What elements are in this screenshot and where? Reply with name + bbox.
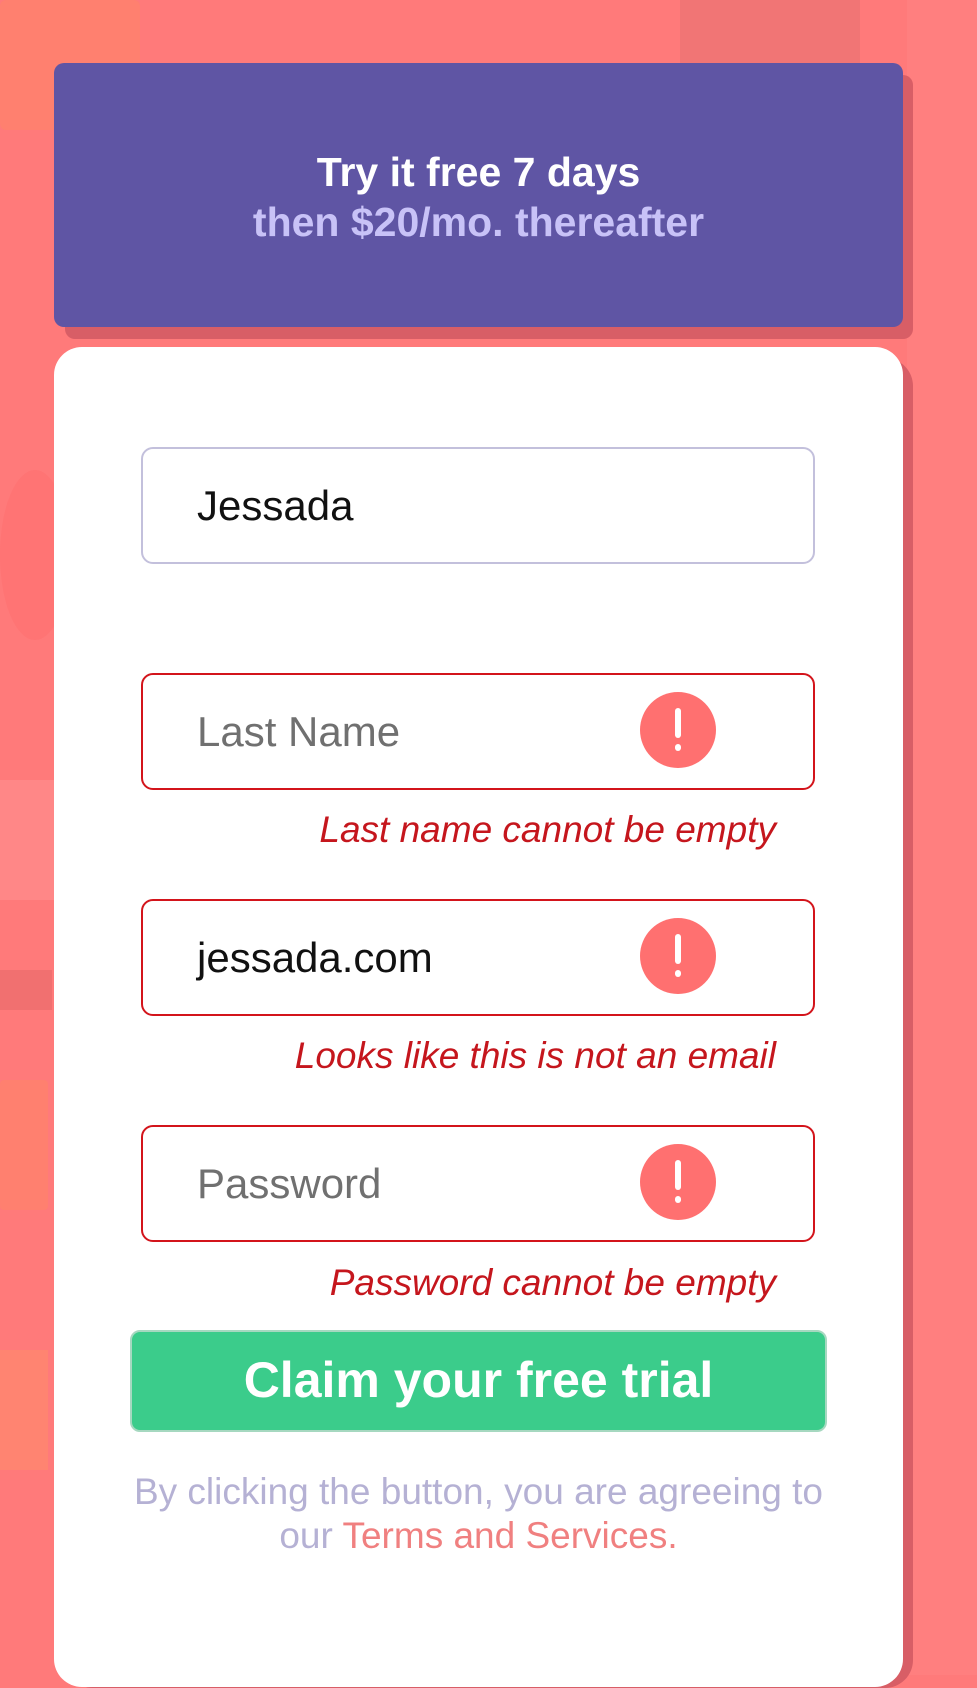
legal-notice: By clicking the button, you are agreeing… [114, 1470, 843, 1558]
last-name-placeholder: Last Name [197, 708, 401, 755]
legal-text-line1: By clicking the button, you are agreeing… [133, 1471, 824, 1512]
password-field[interactable]: Password [141, 1125, 815, 1242]
exclamation-circle-icon [640, 692, 716, 768]
background-decoration [680, 0, 860, 70]
exclamation-circle-icon [640, 918, 716, 994]
terms-and-services-link[interactable]: Terms and Services. [342, 1515, 677, 1556]
first-name-field[interactable]: Jessada [141, 447, 815, 564]
password-error: Password cannot be empty [329, 1262, 776, 1303]
background-decoration [0, 970, 52, 1010]
background-decoration [907, 0, 977, 1675]
pricing-header: Try it free 7 days then $20/mo. thereaft… [54, 63, 903, 327]
last-name-error: Last name cannot be empty [319, 809, 776, 850]
legal-text-prefix: our [279, 1515, 333, 1556]
password-placeholder: Password [197, 1160, 382, 1207]
email-field[interactable]: jessada.com [141, 899, 815, 1016]
email-value: jessada.com [197, 934, 433, 981]
background-decoration [0, 780, 55, 900]
claim-free-trial-button[interactable]: Claim your free trial [130, 1330, 827, 1432]
first-name-value: Jessada [197, 482, 354, 529]
background-decoration [0, 1080, 48, 1210]
last-name-field[interactable]: Last Name [141, 673, 815, 790]
header-subtitle: then $20/mo. thereafter [252, 199, 705, 245]
header-title: Try it free 7 days [316, 149, 641, 195]
exclamation-circle-icon [640, 1144, 716, 1220]
email-error: Looks like this is not an email [294, 1035, 776, 1076]
background-decoration [0, 1350, 48, 1470]
signup-form-card: Jessada Last Name Last name cannot be em… [54, 347, 903, 1687]
terms-link-period: . [667, 1515, 678, 1556]
terms-link-text: Terms and Services [342, 1515, 668, 1556]
